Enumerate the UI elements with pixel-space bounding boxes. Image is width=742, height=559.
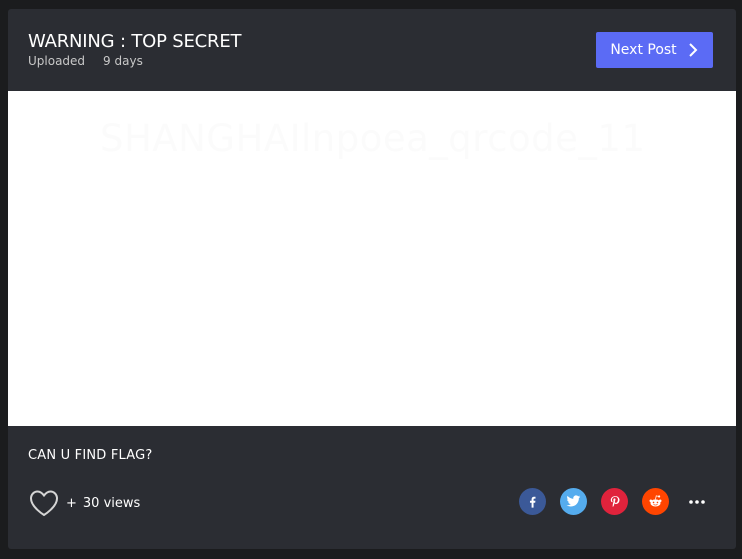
facebook-share-button[interactable] — [519, 488, 546, 515]
pinterest-share-button[interactable] — [601, 488, 628, 515]
views-plus: + — [66, 496, 77, 511]
post-title: WARNING : TOP SECRET — [28, 31, 242, 52]
chevron-right-icon — [688, 43, 698, 57]
next-post-label: Next Post — [610, 42, 677, 58]
twitter-icon — [566, 495, 581, 507]
like-button[interactable] — [28, 488, 60, 518]
uploaded-label: Uploaded — [28, 54, 86, 68]
reddit-icon — [649, 495, 662, 507]
post-caption: CAN U FIND FLAG? — [28, 448, 153, 463]
views-count: +30 views — [66, 496, 140, 511]
hidden-image-text: SHANGHAIlnpoea_qrcode_11 — [100, 117, 646, 160]
more-options-button[interactable] — [683, 488, 710, 515]
next-post-button[interactable]: Next Post — [596, 32, 713, 68]
post-card: WARNING : TOP SECRET Uploaded 9 days Nex… — [8, 9, 736, 549]
heart-icon — [29, 490, 59, 517]
post-header: WARNING : TOP SECRET Uploaded 9 days Nex… — [8, 9, 736, 91]
more-icon — [688, 499, 705, 504]
twitter-share-button[interactable] — [560, 488, 587, 515]
views-text: 30 views — [82, 496, 141, 511]
post-meta: Uploaded 9 days — [28, 54, 143, 68]
reddit-share-button[interactable] — [642, 488, 669, 515]
uploaded-time: 9 days — [103, 54, 143, 68]
pinterest-icon — [610, 496, 619, 507]
facebook-icon — [529, 496, 536, 508]
share-bar — [519, 488, 710, 515]
post-image: SHANGHAIlnpoea_qrcode_11 — [8, 91, 736, 426]
post-footer: +30 views — [8, 485, 736, 525]
